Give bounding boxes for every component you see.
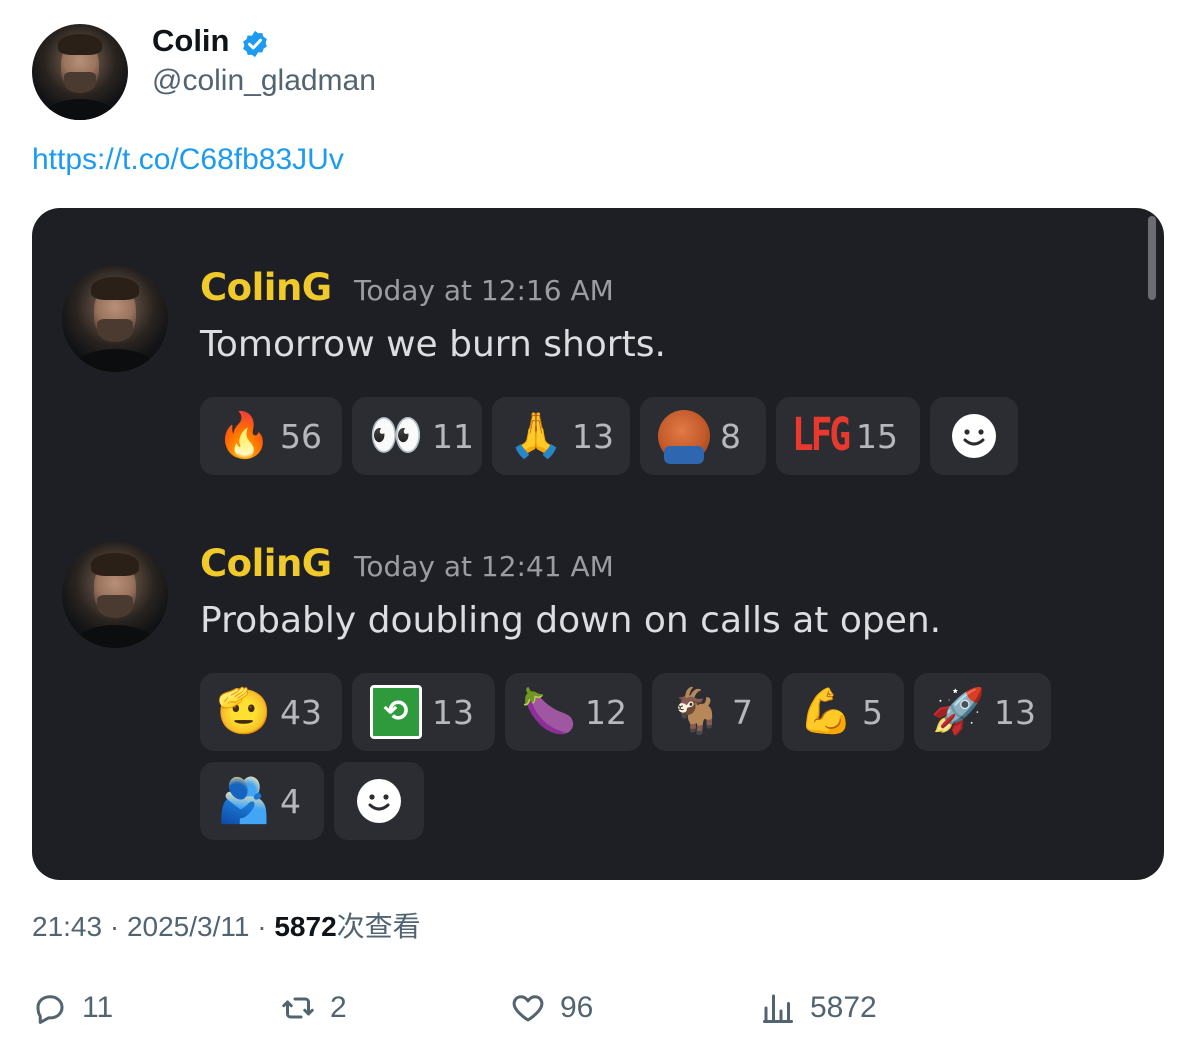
message-text: Probably doubling down on calls at open.	[200, 600, 942, 641]
views-count: 5872	[274, 911, 337, 942]
views-button[interactable]: 5872	[760, 990, 877, 1026]
reply-icon	[36, 995, 64, 1024]
tweet-meta: 21:43 · 2025/3/11 · 5872次查看	[32, 905, 421, 945]
message-timestamp: Today at 12:16 AM	[354, 274, 614, 307]
smiley-icon	[357, 779, 401, 823]
heart-icon	[512, 995, 544, 1022]
goat-emoji-icon: 🐐	[668, 687, 724, 736]
reaction-count: 8	[720, 416, 741, 456]
author-avatar[interactable]	[32, 24, 128, 120]
reply-button[interactable]: 11	[32, 990, 113, 1026]
reaction-count: 4	[280, 781, 301, 821]
reaction-rocket[interactable]: 🚀 13	[914, 673, 1051, 751]
people-hugging-emoji-icon: 🫂	[216, 776, 272, 825]
reaction-eyes[interactable]: 👀 11	[352, 397, 482, 475]
views-label: 次查看	[336, 911, 421, 942]
chat-scrollbar[interactable]	[1148, 216, 1156, 300]
reaction-count: 13	[432, 692, 474, 732]
like-count: 96	[560, 991, 594, 1024]
meta-separator: ·	[257, 911, 267, 942]
add-reaction-button[interactable]	[930, 397, 1018, 475]
chat-screenshot-card[interactable]: ColinG Today at 12:16 AM Tomorrow we bur…	[32, 208, 1164, 880]
message-timestamp: Today at 12:41 AM	[354, 550, 614, 583]
reaction-count: 43	[280, 692, 322, 732]
message-avatar	[62, 266, 168, 372]
eyes-emoji-icon: 👀	[368, 411, 424, 460]
reaction-eggplant[interactable]: 🍆 12	[505, 673, 642, 751]
views-count-action: 5872	[810, 991, 877, 1024]
tweet-time[interactable]: 21:43	[32, 911, 102, 942]
flexed-biceps-emoji-icon: 💪	[798, 687, 854, 736]
saluting-face-emoji-icon: 🫡	[216, 687, 272, 736]
meta-separator: ·	[109, 911, 120, 942]
reaction-count: 13	[994, 692, 1036, 732]
eggplant-emoji-icon: 🍆	[521, 687, 577, 736]
pepe-emoji-icon	[658, 410, 710, 464]
reaction-fire[interactable]: 🔥 56	[200, 397, 342, 475]
retweet-button[interactable]: 2	[280, 990, 347, 1026]
author-handle[interactable]: @colin_gladman	[152, 64, 376, 98]
lfg-emoji-icon: LFG	[791, 409, 851, 461]
reaction-count: 56	[280, 416, 322, 456]
message-avatar	[62, 542, 168, 648]
reaction-count: 15	[856, 416, 898, 456]
reaction-count: 11	[432, 416, 474, 456]
tweet-date[interactable]: 2025/3/11	[127, 911, 250, 942]
reaction-count: 12	[585, 692, 627, 732]
retweet-count: 2	[330, 991, 347, 1024]
add-reaction-button[interactable]	[334, 762, 424, 840]
like-button[interactable]: 96	[510, 990, 593, 1026]
uno-reverse-emoji-icon: ⟲	[370, 685, 422, 739]
retweet-icon	[282, 997, 314, 1019]
reaction-folded-hands[interactable]: 🙏 13	[492, 397, 630, 475]
reaction-count: 7	[732, 692, 753, 732]
views-chart-icon	[763, 994, 793, 1023]
verified-badge-icon	[243, 30, 267, 58]
reaction-uno-reverse[interactable]: ⟲ 13	[352, 673, 495, 751]
reaction-people-hugging[interactable]: 🫂 4	[200, 762, 324, 840]
fire-emoji-icon: 🔥	[216, 411, 272, 460]
reaction-pepe[interactable]: 8	[640, 397, 766, 475]
reply-count: 11	[82, 991, 114, 1024]
smiley-icon	[952, 414, 996, 458]
message-author[interactable]: ColinG	[200, 542, 332, 585]
reaction-flexed-biceps[interactable]: 💪 5	[782, 673, 904, 751]
reaction-saluting-face[interactable]: 🫡 43	[200, 673, 342, 751]
reaction-goat[interactable]: 🐐 7	[652, 673, 772, 751]
message-author[interactable]: ColinG	[200, 266, 332, 309]
tweet-link[interactable]: https://t.co/C68fb83JUv	[32, 143, 344, 177]
message-text: Tomorrow we burn shorts.	[200, 324, 666, 365]
reaction-count: 13	[572, 416, 614, 456]
reaction-lfg[interactable]: LFG 15	[776, 397, 920, 475]
rocket-emoji-icon: 🚀	[930, 687, 986, 736]
reaction-count: 5	[862, 692, 883, 732]
folded-hands-emoji-icon: 🙏	[508, 411, 564, 460]
author-display-name[interactable]: Colin	[152, 23, 230, 59]
